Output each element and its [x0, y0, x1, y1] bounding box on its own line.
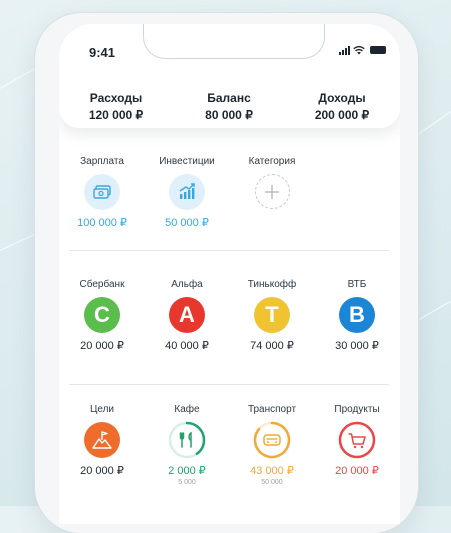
summary-expenses-label: Расходы — [89, 91, 143, 105]
account-letter: T — [265, 302, 279, 327]
add-icon — [254, 174, 290, 209]
expense-amount: 43 000 ₽ — [250, 465, 294, 477]
section-divider — [69, 250, 389, 251]
expense-amount: 20 000 ₽ — [80, 465, 124, 477]
income-source-investments[interactable]: Инвестиции 50 000 ₽ — [142, 156, 232, 229]
summary-balance-label: Баланс — [207, 91, 251, 105]
tinkoff-icon: T — [254, 297, 290, 333]
account-label: Сбербанк — [79, 279, 125, 290]
account-amount: 20 000 ₽ — [80, 340, 124, 352]
expense-amount: 2 000 ₽ — [168, 465, 206, 477]
expense-groceries[interactable]: Продукты 20 000 ₽ — [312, 404, 400, 477]
expense-limit: 50 000 — [261, 479, 283, 486]
alfa-icon: A — [169, 297, 205, 333]
transport-progress-ring — [253, 421, 291, 459]
summary-income[interactable]: Доходы 200 000 ₽ — [292, 90, 392, 124]
battery-icon — [370, 46, 386, 54]
account-amount: 74 000 ₽ — [250, 340, 294, 352]
expense-label: Кафе — [174, 404, 200, 415]
income-source-label: Зарплата — [80, 156, 124, 167]
section-divider — [69, 384, 389, 385]
cash-icon — [84, 174, 120, 210]
expense-cafe[interactable]: Кафе 2 000 ₽ 5 000 — [142, 404, 232, 486]
account-letter: B — [349, 302, 365, 327]
sberbank-icon: C — [84, 297, 120, 333]
summary-income-label: Доходы — [318, 91, 366, 105]
cart-icon — [348, 433, 366, 449]
status-icons — [339, 45, 386, 55]
account-letter: A — [179, 302, 195, 327]
cafe-progress-ring — [168, 421, 206, 459]
income-source-amount: 50 000 ₽ — [165, 217, 209, 229]
vtb-icon: B — [339, 297, 375, 333]
account-alfa[interactable]: Альфа A 40 000 ₽ — [142, 279, 232, 352]
income-source-salary[interactable]: Зарплата 100 000 ₽ — [59, 156, 147, 229]
expense-label: Транспорт — [247, 404, 297, 415]
expense-limit: 5 000 — [178, 479, 196, 486]
groceries-progress-ring — [338, 421, 376, 459]
expense-transport[interactable]: Транспорт 43 000 ₽ 50 000 — [227, 404, 317, 486]
summary-expenses-value: 120 000 ₽ — [88, 108, 144, 122]
account-label: Тинькофф — [247, 279, 297, 290]
account-sberbank[interactable]: Сбербанк C 20 000 ₽ — [59, 279, 147, 352]
income-source-amount: 100 000 ₽ — [77, 217, 127, 229]
account-label: ВТБ — [347, 279, 367, 290]
phone-notch — [143, 24, 325, 59]
account-label: Альфа — [171, 279, 203, 290]
chart-growth-icon — [169, 174, 205, 210]
cutlery-icon — [179, 431, 192, 448]
account-letter: C — [94, 302, 110, 327]
summary-balance-value: 80 000 ₽ — [205, 108, 253, 122]
account-vtb[interactable]: ВТБ B 30 000 ₽ — [312, 279, 400, 352]
summary-income-value: 200 000 ₽ — [314, 108, 370, 122]
income-source-label: Инвестиции — [159, 156, 215, 167]
signal-icon — [339, 45, 350, 55]
wifi-icon — [353, 45, 365, 55]
add-category-button[interactable]: Категория — [227, 156, 317, 209]
app-screen: 9:41 Расходы 120 000 ₽ Баланс 80 000 ₽ Д… — [59, 24, 400, 524]
summary-balance[interactable]: Баланс 80 000 ₽ — [179, 90, 279, 124]
flag-mountain-icon — [84, 422, 120, 458]
expense-goals[interactable]: Цели 20 000 ₽ — [59, 404, 147, 477]
summary-expenses[interactable]: Расходы 120 000 ₽ — [66, 90, 166, 124]
expense-label: Цели — [89, 404, 115, 415]
car-icon — [263, 434, 281, 446]
add-category-label: Категория — [248, 156, 296, 167]
account-amount: 30 000 ₽ — [335, 340, 379, 352]
expense-label: Продукты — [334, 404, 380, 415]
status-time: 9:41 — [89, 45, 116, 60]
account-amount: 40 000 ₽ — [165, 340, 209, 352]
expense-amount: 20 000 ₽ — [335, 465, 379, 477]
account-tinkoff[interactable]: Тинькофф T 74 000 ₽ — [227, 279, 317, 352]
summary-header: 9:41 Расходы 120 000 ₽ Баланс 80 000 ₽ Д… — [59, 24, 400, 128]
